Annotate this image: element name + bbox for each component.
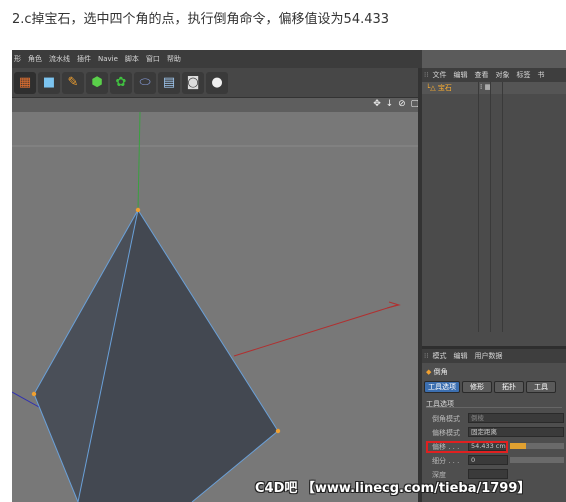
highlight-box (426, 441, 508, 453)
column-divider (478, 82, 479, 332)
tab-shaping[interactable]: 修形 (462, 381, 492, 393)
viewport-scene (12, 112, 418, 502)
pen-icon[interactable]: ✎ (62, 71, 84, 94)
subdivision-icon[interactable]: ⬢ (86, 71, 108, 94)
om-menu-item[interactable]: 标签 (516, 70, 530, 80)
object-row[interactable]: └△ 宝石 ⁞ ▦ (422, 82, 566, 94)
menu-item[interactable]: 脚本 (125, 54, 139, 64)
menu-item[interactable]: 窗口 (146, 54, 160, 64)
column-divider (490, 82, 491, 332)
offset-slider-fill (510, 443, 527, 449)
tool-title: ◆ 倒角 (426, 367, 448, 377)
param-label: 细分 . . . (432, 457, 460, 465)
object-manager-menu: ⁞⁞ 文件 编辑 查看 对象 标签 书 (422, 68, 566, 82)
light-bulb-icon[interactable]: ● (206, 71, 228, 94)
object-name-text: 宝石 (437, 84, 452, 92)
tab-topology[interactable]: 拓扑 (494, 381, 524, 393)
attribute-manager-menu: ⁞⁞ 模式 编辑 用户数据 (422, 349, 566, 363)
bevel-mode-select[interactable]: 倒棱 (468, 413, 564, 423)
cinema4d-window: 形 角色 流水线 插件 Navie 脚本 窗口 帮助 ▦ ■ ✎ ⬢ ✿ ⬭ ▤… (12, 50, 566, 502)
3d-viewport[interactable] (12, 112, 418, 502)
site-watermark: C4D吧 【www.linecg.com/tieba/1799】 (255, 481, 531, 496)
grip-icon: ⁞⁞ (424, 71, 429, 79)
subdivision-input[interactable]: 0 (468, 455, 508, 465)
menu-item[interactable]: Navie (98, 55, 118, 63)
om-menu-item[interactable]: 查看 (474, 70, 488, 80)
main-toolbar: ▦ ■ ✎ ⬢ ✿ ⬭ ▤ ◙ ● (12, 68, 422, 98)
capsule-icon[interactable]: ⬭ (134, 71, 156, 94)
tool-title-text: 倒角 (433, 368, 448, 376)
x-axis-arrow (386, 301, 401, 309)
viewport-nav-icons[interactable]: ✥ ↓ ⊘ ▢ (373, 99, 420, 109)
om-menu-item[interactable]: 书 (537, 70, 544, 80)
menu-item[interactable]: 插件 (77, 54, 91, 64)
camera-icon[interactable]: ◙ (182, 71, 204, 94)
menu-item[interactable]: 角色 (28, 54, 42, 64)
menu-item[interactable]: 流水线 (49, 54, 70, 64)
menu-bar: 形 角色 流水线 插件 Navie 脚本 窗口 帮助 (12, 50, 422, 68)
viewport-header: ✥ ↓ ⊘ ▢ (12, 98, 422, 112)
grip-icon: ⁞⁞ (424, 352, 429, 360)
selected-point (135, 207, 141, 213)
clapperboard-icon[interactable]: ▦ (14, 71, 36, 94)
object-name[interactable]: └△ 宝石 (426, 83, 452, 93)
menu-item[interactable]: 帮助 (167, 54, 181, 64)
cube-icon[interactable]: ■ (38, 71, 60, 94)
am-menu-item[interactable]: 用户数据 (474, 351, 502, 361)
om-menu-item[interactable]: 编辑 (453, 70, 467, 80)
offset-slider[interactable] (510, 443, 564, 449)
menu-item[interactable]: 形 (14, 54, 21, 64)
selected-point (275, 428, 281, 434)
instruction-caption: 2.c掉宝石，选中四个角的点，执行倒角命令，偏移值设为54.433 (12, 12, 390, 27)
offset-mode-select[interactable]: 固定距离 (468, 427, 564, 437)
floor-grid-icon[interactable]: ▤ (158, 71, 180, 94)
om-menu-item[interactable]: 文件 (432, 70, 446, 80)
y-axis-line (137, 112, 141, 211)
tool-subtabs: 工具选项 修形 拓扑 工具 (424, 381, 564, 393)
array-icon[interactable]: ✿ (110, 71, 132, 94)
om-menu-item[interactable]: 对象 (495, 70, 509, 80)
am-menu-item[interactable]: 模式 (432, 351, 446, 361)
bevel-icon: ◆ (426, 368, 432, 376)
column-divider (502, 82, 503, 332)
section-divider (426, 407, 562, 408)
x-axis-line (233, 304, 398, 357)
tab-tool[interactable]: 工具 (526, 381, 556, 393)
param-label: 倒角模式 (432, 415, 460, 423)
param-bevel-mode: 倒角模式 倒棱 (422, 413, 566, 424)
right-panel: ⁞⁞ 文件 编辑 查看 对象 标签 书 └△ 宝石 ⁞ ▦ ⁞⁞ 模式 编辑 用… (422, 68, 566, 502)
param-label: 偏移模式 (432, 429, 460, 437)
param-subdivision: 细分 . . . 0 (422, 455, 566, 466)
subdivision-slider[interactable] (510, 457, 564, 463)
param-offset-mode: 偏移模式 固定距离 (422, 427, 566, 438)
am-menu-item[interactable]: 编辑 (453, 351, 467, 361)
param-offset: 偏移 . . . 54.433 cm (422, 441, 566, 453)
tab-tool-options[interactable]: 工具选项 (424, 381, 460, 393)
selected-point (31, 391, 37, 397)
